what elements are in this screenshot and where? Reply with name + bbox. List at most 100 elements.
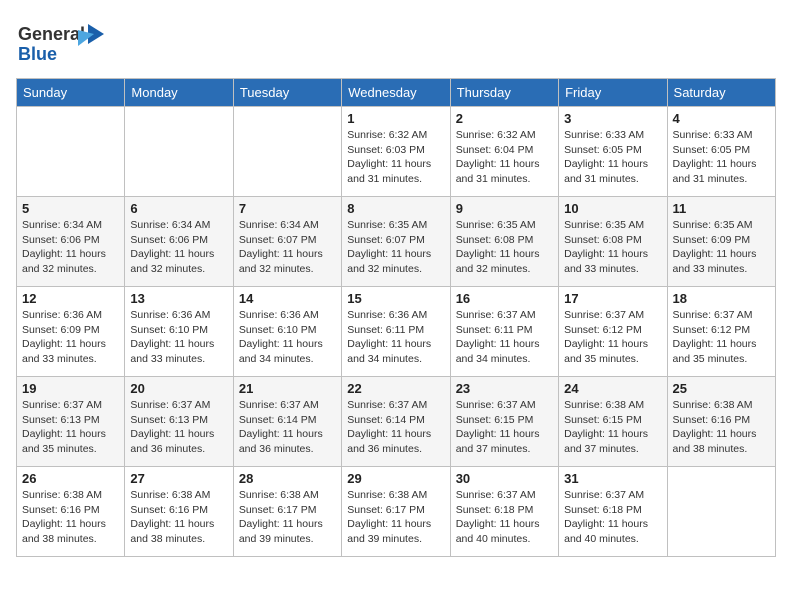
calendar-cell: 13 Sunrise: 6:36 AM Sunset: 6:10 PM Dayli… [125, 287, 233, 377]
calendar-cell: 30Sunrise: 6:37 AM Sunset: 6:18 PM Dayli… [450, 467, 558, 557]
calendar-cell: 10 Sunrise: 6:35 AM Sunset: 6:08 PM Dayli… [559, 197, 667, 287]
calendar-cell [233, 107, 341, 197]
calendar-cell: 15 Sunrise: 6:36 AM Sunset: 6:11 PM Dayli… [342, 287, 450, 377]
day-info: Sunrise: 6:32 AM Sunset: 6:04 PM Dayligh… [456, 128, 553, 187]
calendar-cell: 8Sunrise: 6:35 AM Sunset: 6:07 PM Daylig… [342, 197, 450, 287]
day-info: Sunrise: 6:35 AM Sunset: 6:08 PM Dayligh… [564, 218, 661, 277]
day-info: Sunrise: 6:37 AM Sunset: 6:11 PM Dayligh… [456, 308, 553, 367]
day-number: 21 [239, 381, 336, 396]
calendar-cell: 18Sunrise: 6:37 AM Sunset: 6:12 PM Dayli… [667, 287, 775, 377]
calendar-cell: 20 Sunrise: 6:37 AM Sunset: 6:13 PM Dayli… [125, 377, 233, 467]
day-number: 24 [564, 381, 661, 396]
day-info: Sunrise: 6:37 AM Sunset: 6:13 PM Dayligh… [22, 398, 119, 457]
day-number: 16 [456, 291, 553, 306]
day-info: Sunrise: 6:38 AM Sunset: 6:16 PM Dayligh… [22, 488, 119, 547]
day-number: 6 [130, 201, 227, 216]
weekday-header-row: SundayMondayTuesdayWednesdayThursdayFrid… [17, 79, 776, 107]
calendar-cell: 1Sunrise: 6:32 AM Sunset: 6:03 PM Daylig… [342, 107, 450, 197]
day-info: Sunrise: 6:38 AM Sunset: 6:17 PM Dayligh… [239, 488, 336, 547]
calendar-cell [125, 107, 233, 197]
week-row-1: 1Sunrise: 6:32 AM Sunset: 6:03 PM Daylig… [17, 107, 776, 197]
day-number: 31 [564, 471, 661, 486]
calendar-cell: 2 Sunrise: 6:32 AM Sunset: 6:04 PM Daylig… [450, 107, 558, 197]
day-info: Sunrise: 6:37 AM Sunset: 6:15 PM Dayligh… [456, 398, 553, 457]
calendar-cell: 4 Sunrise: 6:33 AM Sunset: 6:05 PM Daylig… [667, 107, 775, 197]
day-number: 29 [347, 471, 444, 486]
day-info: Sunrise: 6:37 AM Sunset: 6:18 PM Dayligh… [564, 488, 661, 547]
calendar-cell: 26 Sunrise: 6:38 AM Sunset: 6:16 PM Dayli… [17, 467, 125, 557]
day-info: Sunrise: 6:38 AM Sunset: 6:17 PM Dayligh… [347, 488, 444, 547]
day-info: Sunrise: 6:34 AM Sunset: 6:07 PM Dayligh… [239, 218, 336, 277]
header-friday: Friday [559, 79, 667, 107]
day-info: Sunrise: 6:38 AM Sunset: 6:15 PM Dayligh… [564, 398, 661, 457]
calendar-cell: 9 Sunrise: 6:35 AM Sunset: 6:08 PM Daylig… [450, 197, 558, 287]
week-row-2: 5 Sunrise: 6:34 AM Sunset: 6:06 PM Daylig… [17, 197, 776, 287]
calendar-cell: 3 Sunrise: 6:33 AM Sunset: 6:05 PM Daylig… [559, 107, 667, 197]
week-row-3: 12Sunrise: 6:36 AM Sunset: 6:09 PM Dayli… [17, 287, 776, 377]
day-number: 22 [347, 381, 444, 396]
calendar-cell: 27 Sunrise: 6:38 AM Sunset: 6:16 PM Dayli… [125, 467, 233, 557]
calendar-cell: 5Sunrise: 6:34 AM Sunset: 6:06 PM Daylig… [17, 197, 125, 287]
logo-icon: General Blue [16, 16, 106, 66]
day-info: Sunrise: 6:37 AM Sunset: 6:13 PM Dayligh… [130, 398, 227, 457]
calendar-cell: 28Sunrise: 6:38 AM Sunset: 6:17 PM Dayli… [233, 467, 341, 557]
day-info: Sunrise: 6:35 AM Sunset: 6:08 PM Dayligh… [456, 218, 553, 277]
calendar-cell [17, 107, 125, 197]
day-number: 7 [239, 201, 336, 216]
day-number: 19 [22, 381, 119, 396]
day-info: Sunrise: 6:37 AM Sunset: 6:14 PM Dayligh… [347, 398, 444, 457]
day-number: 3 [564, 111, 661, 126]
calendar-cell: 12Sunrise: 6:36 AM Sunset: 6:09 PM Dayli… [17, 287, 125, 377]
calendar-cell: 22 Sunrise: 6:37 AM Sunset: 6:14 PM Dayli… [342, 377, 450, 467]
day-info: Sunrise: 6:32 AM Sunset: 6:03 PM Dayligh… [347, 128, 444, 187]
page-header: General Blue [16, 16, 776, 66]
day-info: Sunrise: 6:34 AM Sunset: 6:06 PM Dayligh… [130, 218, 227, 277]
calendar-cell: 29 Sunrise: 6:38 AM Sunset: 6:17 PM Dayli… [342, 467, 450, 557]
calendar-cell: 25Sunrise: 6:38 AM Sunset: 6:16 PM Dayli… [667, 377, 775, 467]
day-number: 23 [456, 381, 553, 396]
day-info: Sunrise: 6:35 AM Sunset: 6:09 PM Dayligh… [673, 218, 770, 277]
calendar-cell: 21 Sunrise: 6:37 AM Sunset: 6:14 PM Dayli… [233, 377, 341, 467]
calendar-cell: 23 Sunrise: 6:37 AM Sunset: 6:15 PM Dayli… [450, 377, 558, 467]
calendar-cell: 14 Sunrise: 6:36 AM Sunset: 6:10 PM Dayli… [233, 287, 341, 377]
day-number: 9 [456, 201, 553, 216]
calendar-cell: 11 Sunrise: 6:35 AM Sunset: 6:09 PM Dayli… [667, 197, 775, 287]
day-number: 10 [564, 201, 661, 216]
day-number: 11 [673, 201, 770, 216]
day-number: 18 [673, 291, 770, 306]
day-info: Sunrise: 6:36 AM Sunset: 6:10 PM Dayligh… [239, 308, 336, 367]
day-number: 27 [130, 471, 227, 486]
svg-text:General: General [18, 24, 85, 44]
day-info: Sunrise: 6:37 AM Sunset: 6:12 PM Dayligh… [564, 308, 661, 367]
day-number: 14 [239, 291, 336, 306]
day-info: Sunrise: 6:33 AM Sunset: 6:05 PM Dayligh… [564, 128, 661, 187]
day-number: 17 [564, 291, 661, 306]
day-info: Sunrise: 6:36 AM Sunset: 6:10 PM Dayligh… [130, 308, 227, 367]
day-info: Sunrise: 6:38 AM Sunset: 6:16 PM Dayligh… [673, 398, 770, 457]
header-thursday: Thursday [450, 79, 558, 107]
calendar-cell: 31 Sunrise: 6:37 AM Sunset: 6:18 PM Dayli… [559, 467, 667, 557]
day-info: Sunrise: 6:36 AM Sunset: 6:09 PM Dayligh… [22, 308, 119, 367]
header-sunday: Sunday [17, 79, 125, 107]
calendar-cell: 19 Sunrise: 6:37 AM Sunset: 6:13 PM Dayli… [17, 377, 125, 467]
day-info: Sunrise: 6:37 AM Sunset: 6:18 PM Dayligh… [456, 488, 553, 547]
day-number: 26 [22, 471, 119, 486]
header-monday: Monday [125, 79, 233, 107]
day-info: Sunrise: 6:37 AM Sunset: 6:14 PM Dayligh… [239, 398, 336, 457]
day-number: 5 [22, 201, 119, 216]
calendar-cell: 17 Sunrise: 6:37 AM Sunset: 6:12 PM Dayli… [559, 287, 667, 377]
calendar-cell: 6 Sunrise: 6:34 AM Sunset: 6:06 PM Daylig… [125, 197, 233, 287]
header-tuesday: Tuesday [233, 79, 341, 107]
day-number: 4 [673, 111, 770, 126]
day-number: 15 [347, 291, 444, 306]
svg-text:Blue: Blue [18, 44, 57, 64]
day-number: 20 [130, 381, 227, 396]
day-number: 2 [456, 111, 553, 126]
day-info: Sunrise: 6:33 AM Sunset: 6:05 PM Dayligh… [673, 128, 770, 187]
week-row-5: 26 Sunrise: 6:38 AM Sunset: 6:16 PM Dayli… [17, 467, 776, 557]
day-info: Sunrise: 6:38 AM Sunset: 6:16 PM Dayligh… [130, 488, 227, 547]
day-number: 13 [130, 291, 227, 306]
day-info: Sunrise: 6:36 AM Sunset: 6:11 PM Dayligh… [347, 308, 444, 367]
calendar-cell: 24 Sunrise: 6:38 AM Sunset: 6:15 PM Dayli… [559, 377, 667, 467]
calendar-table: SundayMondayTuesdayWednesdayThursdayFrid… [16, 78, 776, 557]
